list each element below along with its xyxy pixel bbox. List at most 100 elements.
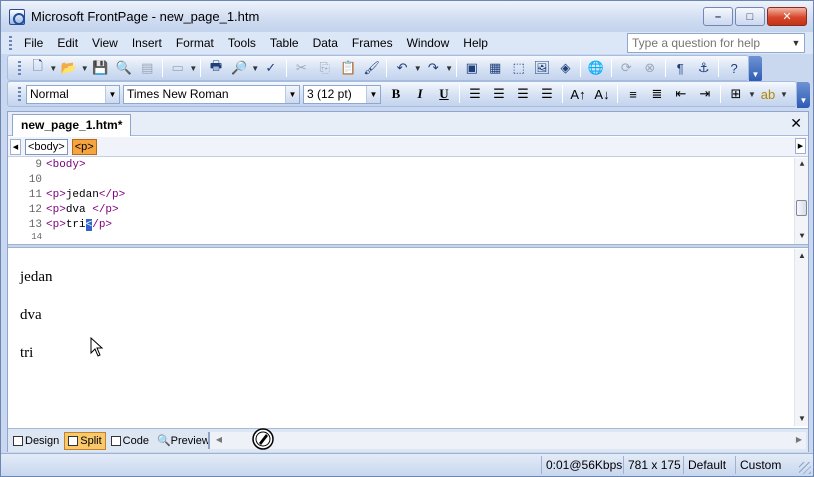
help-question-input[interactable] <box>628 34 788 52</box>
horizontal-scrollbar[interactable]: ◀ ▶ <box>208 432 806 449</box>
drawing-icon[interactable]: ◈ <box>555 57 576 79</box>
menu-insert[interactable]: Insert <box>125 32 169 54</box>
stop-icon[interactable]: ⊗ <box>639 57 660 79</box>
scroll-down-icon[interactable]: ▼ <box>795 412 809 426</box>
code-vertical-scrollbar[interactable]: ▲ ▼ <box>794 158 808 244</box>
save-icon[interactable]: 💾 <box>90 57 111 79</box>
maximize-button[interactable]: □ <box>735 7 765 26</box>
menu-format[interactable]: Format <box>169 32 221 54</box>
align-right-icon[interactable]: ☰ <box>512 83 534 105</box>
increase-indent-icon[interactable]: ⇥ <box>694 83 716 105</box>
menu-window[interactable]: Window <box>400 32 457 54</box>
menu-frames[interactable]: Frames <box>345 32 400 54</box>
open-dropdown-icon[interactable]: ▼ <box>81 64 89 73</box>
insert-layer-icon[interactable]: ⬚ <box>508 57 529 79</box>
undo-icon[interactable]: ↶ <box>391 57 412 79</box>
publish-icon[interactable]: ▤ <box>137 57 158 79</box>
numbered-list-icon[interactable]: ≡ <box>622 83 644 105</box>
close-icon[interactable]: ✕ <box>790 115 802 132</box>
borders-icon[interactable]: ⊞ <box>725 83 747 105</box>
justify-icon[interactable]: ☰ <box>536 83 558 105</box>
search-icon[interactable]: 🔍 <box>113 57 134 79</box>
show-all-icon[interactable]: ¶ <box>670 57 691 79</box>
page-dimensions[interactable]: 781 x 175 <box>623 456 681 474</box>
anchor-icon[interactable]: ⚓ <box>693 57 714 79</box>
chevron-down-icon[interactable]: ▼ <box>105 85 119 103</box>
format-painter-icon[interactable]: 🖌 <box>361 57 382 79</box>
insert-table-icon[interactable]: ▦ <box>484 57 505 79</box>
view-design-button[interactable]: Design <box>10 432 62 450</box>
tag-scroll-right-icon[interactable]: ▶ <box>795 138 806 154</box>
chevron-down-icon[interactable]: ▼ <box>366 85 380 103</box>
new-dropdown-icon[interactable]: ▼ <box>49 64 57 73</box>
underline-button[interactable]: U <box>433 83 455 105</box>
align-left-icon[interactable]: ☰ <box>464 83 486 105</box>
open-folder-icon[interactable]: 📂 <box>58 57 79 79</box>
bulleted-list-icon[interactable]: ≣ <box>646 83 668 105</box>
hyperlink-icon[interactable]: 🌐 <box>585 57 606 79</box>
menu-data[interactable]: Data <box>306 32 345 54</box>
preview-in-browser-icon[interactable]: 🔎 <box>229 57 250 79</box>
menu-file[interactable]: File <box>17 32 50 54</box>
resize-grip-icon[interactable] <box>799 462 811 474</box>
toolbar-options-icon[interactable]: ▼ <box>749 56 762 82</box>
scroll-up-icon[interactable]: ▲ <box>795 249 809 263</box>
font-size-select[interactable]: 3 (12 pt) ▼ <box>303 84 381 104</box>
new-page-icon[interactable]: 🗋 <box>27 57 48 79</box>
html-mode[interactable]: Default <box>683 456 733 474</box>
view-code-button[interactable]: Code <box>108 432 152 450</box>
paste-icon[interactable]: 📋 <box>337 57 358 79</box>
view-split-button[interactable]: Split <box>64 431 106 450</box>
toggle-pane-dropdown-icon[interactable]: ▼ <box>189 64 197 73</box>
redo-dropdown-icon[interactable]: ▼ <box>445 64 453 73</box>
insert-picture-icon[interactable]: 🖼 <box>531 57 552 79</box>
decrease-indent-icon[interactable]: ⇤ <box>670 83 692 105</box>
scroll-right-icon[interactable]: ▶ <box>792 432 806 448</box>
print-icon[interactable]: 🖶 <box>205 57 226 79</box>
formatting-toolbar-grip[interactable] <box>18 87 21 101</box>
scroll-down-icon[interactable]: ▼ <box>795 230 808 244</box>
help-icon[interactable]: ? <box>723 57 744 79</box>
standard-toolbar-grip[interactable] <box>18 61 21 75</box>
chevron-down-icon[interactable]: ▼ <box>285 85 299 103</box>
cut-icon[interactable]: ✂ <box>291 57 312 79</box>
menubar-grip[interactable] <box>9 36 12 50</box>
menu-help[interactable]: Help <box>456 32 495 54</box>
tab-new-page-1[interactable]: new_page_1.htm* <box>12 114 132 136</box>
tag-p[interactable]: <p> <box>71 138 97 155</box>
increase-font-size-icon[interactable]: A↑ <box>567 83 589 105</box>
menu-table[interactable]: Table <box>263 32 306 54</box>
style-select[interactable]: Normal ▼ <box>26 84 120 104</box>
redo-icon[interactable]: ↷ <box>423 57 444 79</box>
code-pane[interactable]: 9 <body> 10 11 <p>jedan</p> 12 <p>dva </… <box>8 158 808 244</box>
spelling-icon[interactable]: ✓ <box>260 57 281 79</box>
toggle-pane-icon[interactable]: ▭ <box>167 57 188 79</box>
close-button[interactable]: ✕ <box>767 7 807 26</box>
frontpage-app-icon[interactable] <box>9 8 25 25</box>
menu-view[interactable]: View <box>85 32 125 54</box>
view-preview-button[interactable]: 🔍 Preview <box>154 432 213 450</box>
font-select[interactable]: Times New Roman ▼ <box>123 84 300 104</box>
tag-scroll-left-icon[interactable]: ◀ <box>10 138 21 155</box>
toolbar-options-icon[interactable]: ▼ <box>797 82 810 108</box>
menu-tools[interactable]: Tools <box>221 32 263 54</box>
italic-button[interactable]: I <box>409 83 431 105</box>
borders-dropdown-icon[interactable]: ▼ <box>748 90 756 99</box>
undo-dropdown-icon[interactable]: ▼ <box>414 64 422 73</box>
split-divider[interactable] <box>8 244 808 248</box>
copy-icon[interactable]: ⎘ <box>314 57 335 79</box>
highlight-icon[interactable]: ab <box>757 83 779 105</box>
tag-body[interactable]: <body> <box>25 138 68 155</box>
highlight-dropdown-icon[interactable]: ▼ <box>780 90 788 99</box>
align-center-icon[interactable]: ☰ <box>488 83 510 105</box>
scroll-up-icon[interactable]: ▲ <box>795 158 808 172</box>
web-component-icon[interactable]: ▣ <box>461 57 482 79</box>
scroll-thumb[interactable] <box>796 200 807 216</box>
refresh-icon[interactable]: ⟳ <box>616 57 637 79</box>
menu-edit[interactable]: Edit <box>50 32 85 54</box>
decrease-font-size-icon[interactable]: A↓ <box>591 83 613 105</box>
design-vertical-scrollbar[interactable]: ▲ ▼ <box>794 249 808 426</box>
custom-mode[interactable]: Custom <box>735 456 795 474</box>
help-dropdown-arrow-icon[interactable]: ▼ <box>788 38 804 48</box>
minimize-button[interactable]: – <box>703 7 733 26</box>
